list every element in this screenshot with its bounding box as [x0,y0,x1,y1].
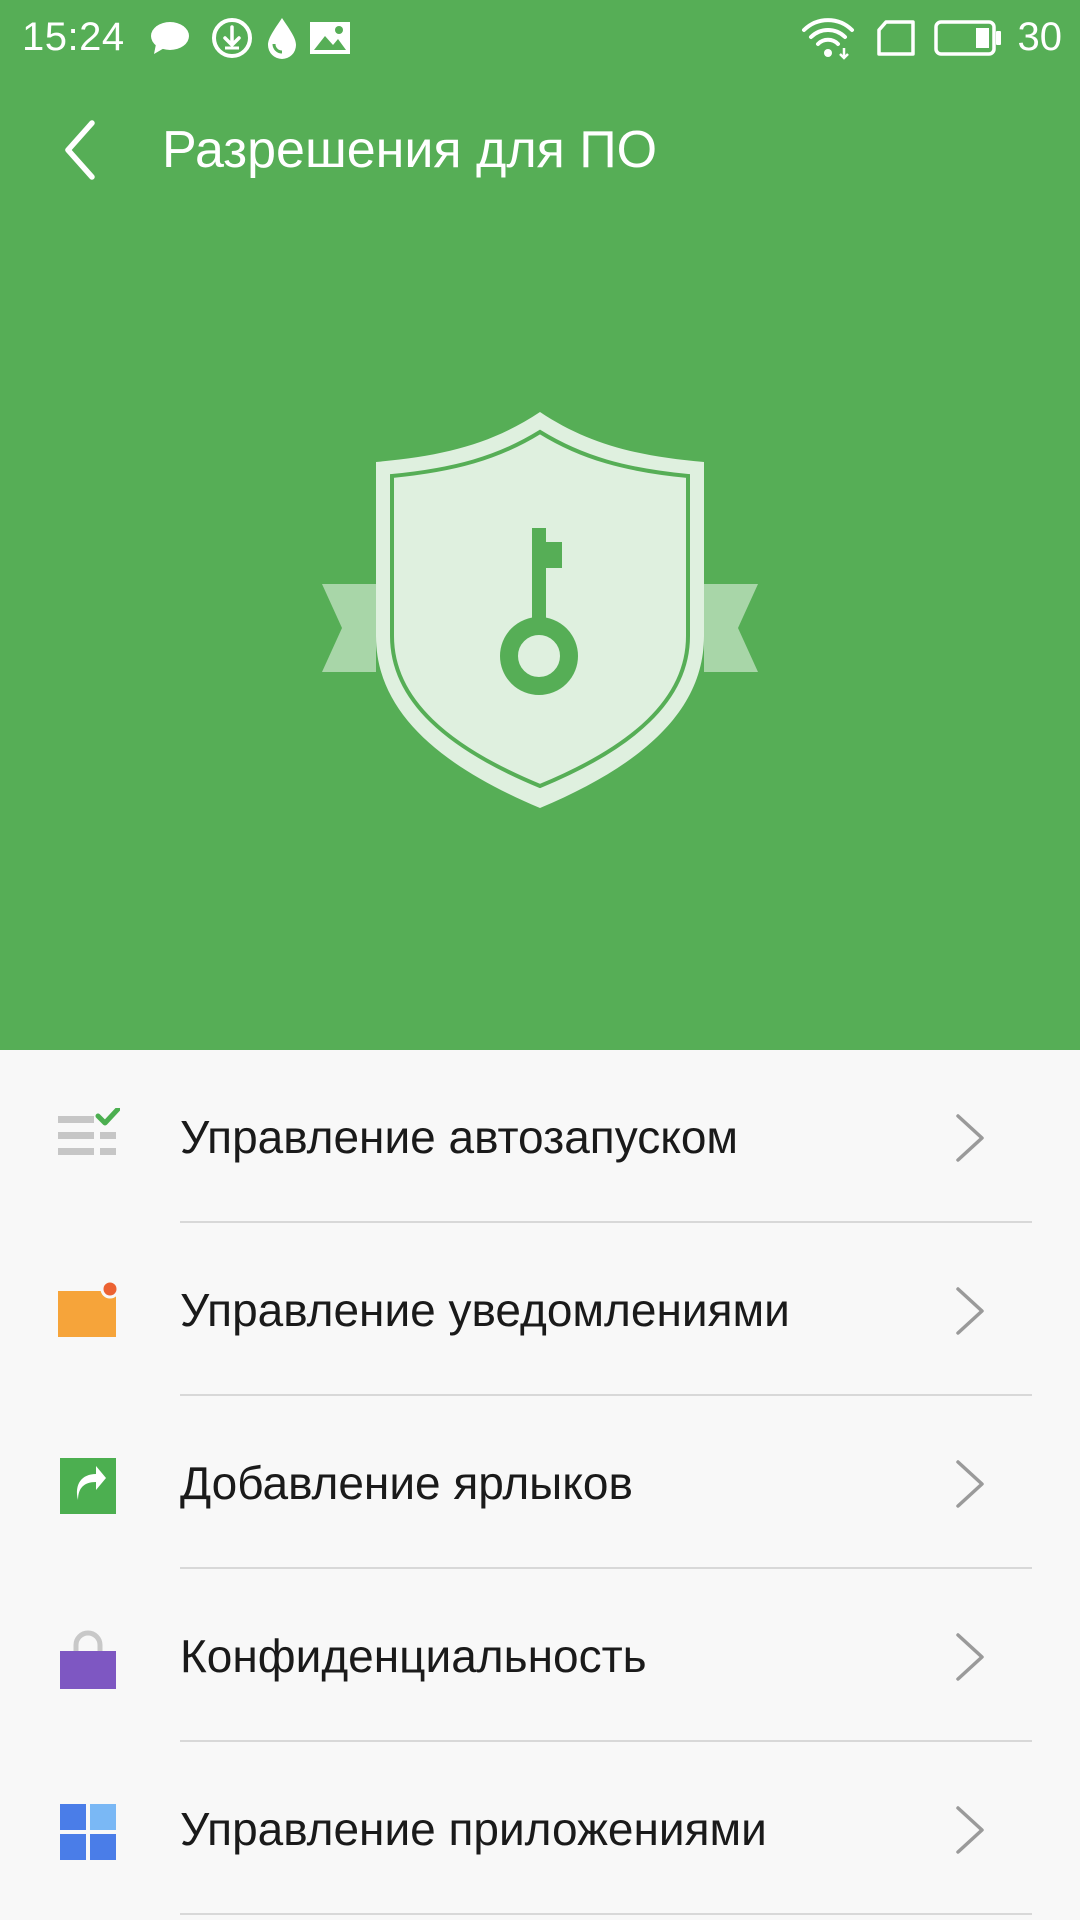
chevron-right-icon [956,1806,984,1854]
wifi-icon [802,18,854,60]
chevron-right-icon [956,1633,984,1681]
notification-icon [58,1281,120,1337]
status-bar: 15:24 30 [0,0,1080,76]
list-item-autostart[interactable]: Управление автозапуском [0,1050,1080,1223]
download-icon [212,18,252,58]
shortcut-icon [60,1458,116,1514]
chevron-right-icon [956,1287,984,1335]
chevron-left-icon [65,120,95,180]
list-item-shortcuts[interactable]: Добавление ярлыков [0,1396,1080,1569]
status-time: 15:24 [22,15,125,59]
header: 15:24 30 Разрешения для ПО [0,0,1080,1050]
page-title: Разрешения для ПО [162,121,658,179]
water-drop-icon [268,18,296,59]
image-icon [310,22,350,54]
chevron-right-icon [956,1460,984,1508]
battery-percent: 30 [1017,15,1063,59]
list-item-notifications[interactable]: Управление уведомлениями [0,1223,1080,1396]
privacy-lock-icon [60,1630,116,1689]
permissions-list: Управление автозапуском Управление уведо… [0,1050,1080,1920]
autostart-list-icon [58,1108,120,1155]
toolbar: Разрешения для ПО [0,90,1080,210]
list-item-privacy[interactable]: Конфиденциальность [0,1569,1080,1742]
sim-card-icon [877,20,915,56]
back-button[interactable] [40,110,120,190]
list-item-app-management[interactable]: Управление приложениями [0,1742,1080,1915]
list-item-label: Конфиденциальность [180,1630,647,1682]
chevron-right-icon [956,1114,984,1162]
shield-key-icon [322,412,758,808]
list-item-label: Добавление ярлыков [180,1457,633,1509]
apps-grid-icon [60,1804,116,1860]
list-item-label: Управление приложениями [180,1803,767,1855]
chat-bubble-icon [151,22,189,54]
divider [180,1913,1032,1915]
list-item-label: Управление автозапуском [180,1111,739,1163]
battery-icon [934,20,1001,56]
list-item-label: Управление уведомлениями [180,1284,790,1336]
